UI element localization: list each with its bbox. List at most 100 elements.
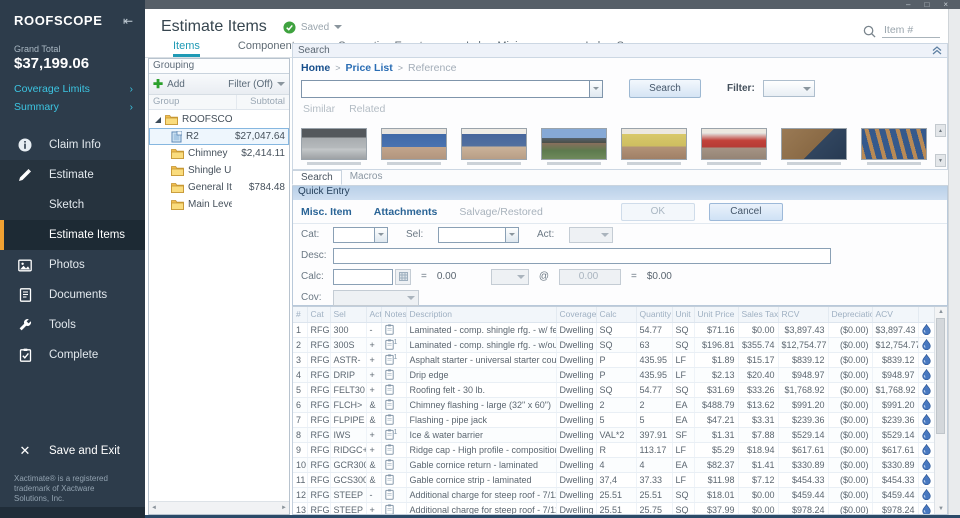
save-and-exit-button[interactable]: ✕ Save and Exit xyxy=(0,436,145,466)
item-row-13[interactable]: 13RFGSTEEP+Additional charge for steep r… xyxy=(293,502,936,515)
maximize-button[interactable]: □ xyxy=(924,0,929,9)
cell-notes[interactable] xyxy=(381,487,406,502)
blue-room-interior-image[interactable] xyxy=(381,128,447,160)
blue-room-interior-2-image[interactable] xyxy=(461,128,527,160)
item-row-8[interactable]: 8RFGIWS+1Ice & water barrierDwellingVAL*… xyxy=(293,427,936,442)
sel-dropdown-button[interactable] xyxy=(506,227,519,243)
thumbnail-scrollbar[interactable]: ▲ ▼ xyxy=(934,124,947,167)
scroll-left-icon[interactable]: ◄ xyxy=(151,505,157,511)
thumbnail-red-room-interior[interactable] xyxy=(701,128,767,169)
cell-notes[interactable]: 1 xyxy=(381,427,406,442)
desc-input[interactable] xyxy=(333,248,831,264)
scroll-down-icon[interactable]: ▼ xyxy=(935,154,946,167)
red-room-interior-image[interactable] xyxy=(701,128,767,160)
yellow-room-interior-image[interactable] xyxy=(621,128,687,160)
minimize-button[interactable]: – xyxy=(906,0,910,9)
column-header-sel[interactable]: Sel xyxy=(330,307,366,322)
basement-interior-image[interactable] xyxy=(301,128,367,160)
breadcrumb-home[interactable]: Home xyxy=(301,62,330,74)
tab-misc-item[interactable]: Misc. Item xyxy=(301,206,352,218)
thumbnail-roof-decking[interactable] xyxy=(781,128,847,169)
group-row-roofscope[interactable]: ROOFSCOPE xyxy=(149,111,289,128)
chevron-down-icon[interactable] xyxy=(334,25,342,29)
sidebar-item-claim-info[interactable]: Claim Info xyxy=(0,130,145,160)
sidebar-link-summary[interactable]: Summary› xyxy=(0,98,145,116)
column-header-quantity[interactable]: Quantity xyxy=(636,307,672,322)
item-row-5[interactable]: 5RFGFELT30+Roofing felt - 30 lb.Dwelling… xyxy=(293,382,936,397)
sidebar-item-tools[interactable]: Tools xyxy=(0,310,145,340)
thumbnail-house-exterior[interactable] xyxy=(541,128,607,169)
close-button[interactable]: × xyxy=(943,0,948,9)
search-dropdown-button[interactable] xyxy=(589,80,603,98)
sidebar-item-documents[interactable]: Documents xyxy=(0,280,145,310)
items-vertical-scrollbar[interactable]: ▲ ▼ xyxy=(934,307,947,514)
scroll-right-icon[interactable]: ► xyxy=(281,505,287,511)
collapse-sidebar-icon[interactable]: ⇤ xyxy=(123,14,133,28)
item-row-10[interactable]: 10RFGGCR300&Gable cornice return - lamin… xyxy=(293,457,936,472)
column-header-act[interactable]: Act xyxy=(366,307,381,322)
column-header-coverage[interactable]: Coverage xyxy=(556,307,596,322)
column-header-depreciation[interactable]: Depreciation xyxy=(828,307,872,322)
price-list-search-input[interactable] xyxy=(301,80,589,98)
item-row-1[interactable]: 1RFG300-Laminated - comp. shingle rfg. -… xyxy=(293,322,936,337)
cell-notes[interactable] xyxy=(381,442,406,457)
roof-decking-image[interactable] xyxy=(781,128,847,160)
panel-tab-search[interactable]: Search xyxy=(292,170,342,185)
sidebar-item-estimate-items[interactable]: Estimate Items xyxy=(0,220,145,250)
column-header-rcv[interactable]: RCV xyxy=(778,307,828,322)
ok-button[interactable]: OK xyxy=(621,203,695,221)
grouping-horizontal-scrollbar[interactable]: ◄ ► xyxy=(149,501,289,514)
sidebar-item-sketch[interactable]: Sketch xyxy=(0,190,145,220)
group-row-r2[interactable]: R2$27,047.64 xyxy=(149,128,289,145)
tab-attachments[interactable]: Attachments xyxy=(374,206,438,218)
scroll-up-icon[interactable]: ▲ xyxy=(935,307,947,317)
column-header-unit[interactable]: Unit xyxy=(672,307,694,322)
sel-input[interactable] xyxy=(438,227,506,243)
timber-framing-image[interactable] xyxy=(861,128,927,160)
item-row-9[interactable]: 9RFGRIDGC++Ridge cap - High profile - co… xyxy=(293,442,936,457)
cell-notes[interactable] xyxy=(381,382,406,397)
sidebar-item-estimate[interactable]: Estimate xyxy=(0,160,145,190)
panel-tab-macros[interactable]: Macros xyxy=(342,170,391,185)
group-row-main-level[interactable]: Main Level xyxy=(149,196,289,213)
item-row-3[interactable]: 3RFGASTR-+1Asphalt starter - universal s… xyxy=(293,352,936,367)
item-row-12[interactable]: 12RFGSTEEP-Additional charge for steep r… xyxy=(293,487,936,502)
column-header-calc[interactable]: Calc xyxy=(596,307,636,322)
column-header-notes[interactable]: Notes xyxy=(381,307,406,322)
cat-input[interactable] xyxy=(333,227,375,243)
cancel-button[interactable]: Cancel xyxy=(709,203,783,221)
group-filter-dropdown[interactable]: Filter (Off) xyxy=(228,79,285,90)
house-exterior-image[interactable] xyxy=(541,128,607,160)
filter-select[interactable] xyxy=(763,80,815,97)
scrollbar-thumb[interactable] xyxy=(936,318,945,434)
column-header-acv[interactable]: ACV xyxy=(872,307,918,322)
item-row-7[interactable]: 7RFGFLPIPE&Flashing - pipe jackDwelling5… xyxy=(293,412,936,427)
item-row-4[interactable]: 4RFGDRIP+Drip edgeDwellingP435.95LF$2.13… xyxy=(293,367,936,382)
tab-items[interactable]: Items xyxy=(173,36,200,57)
tree-expander-icon[interactable] xyxy=(154,116,162,124)
item-row-11[interactable]: 11RFGGCS300&Gable cornice strip - lamina… xyxy=(293,472,936,487)
cell-notes[interactable] xyxy=(381,457,406,472)
group-row-general-items[interactable]: General Items$784.48 xyxy=(149,179,289,196)
collapse-panel-icon[interactable] xyxy=(932,46,942,58)
cell-notes[interactable]: 1 xyxy=(381,352,406,367)
thumbnail-yellow-room-interior[interactable] xyxy=(621,128,687,169)
column-header-description[interactable]: Description xyxy=(406,307,556,322)
cat-dropdown-button[interactable] xyxy=(375,227,388,243)
thumbnail-timber-framing[interactable] xyxy=(861,128,927,169)
scroll-up-icon[interactable]: ▲ xyxy=(935,124,946,137)
search-button[interactable]: Search xyxy=(629,79,701,98)
column-header-unit-price[interactable]: Unit Price xyxy=(694,307,738,322)
group-row-shingle-upgrades[interactable]: Shingle Upgrades xyxy=(149,162,289,179)
cell-notes[interactable] xyxy=(381,472,406,487)
cell-notes[interactable] xyxy=(381,367,406,382)
sidebar-link-coverage-limits[interactable]: Coverage Limits› xyxy=(0,80,145,98)
sidebar-item-complete[interactable]: Complete xyxy=(0,340,145,370)
cell-notes[interactable] xyxy=(381,322,406,337)
column-header-cat[interactable]: Cat xyxy=(307,307,330,322)
cell-notes[interactable] xyxy=(381,502,406,515)
thumbnail-blue-room-interior-2[interactable] xyxy=(461,128,527,169)
thumbnail-blue-room-interior[interactable] xyxy=(381,128,447,169)
add-group-button[interactable]: ✚ Add xyxy=(153,77,185,91)
cell-notes[interactable] xyxy=(381,397,406,412)
